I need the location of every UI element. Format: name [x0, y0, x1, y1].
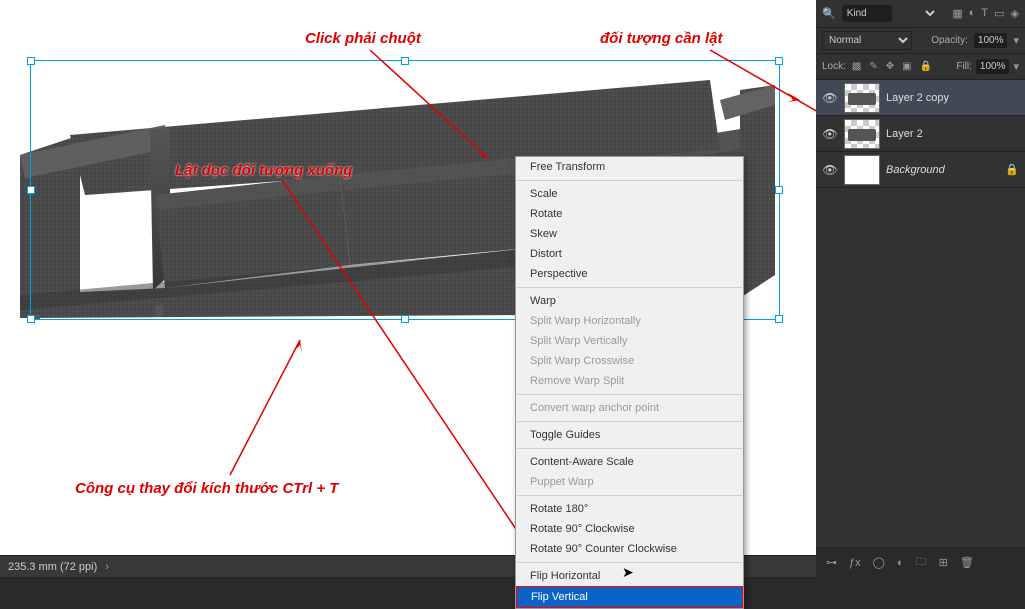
annotation-text: Công cụ thay đổi kích thước CTrl + T — [75, 480, 338, 497]
transform-handle[interactable] — [775, 57, 783, 65]
filter-type-icon[interactable]: T — [981, 7, 988, 20]
opacity-label: Opacity: — [931, 35, 968, 46]
menu-rotate-180[interactable]: Rotate 180° — [516, 499, 743, 519]
group-icon[interactable]: 🗀 — [916, 553, 927, 572]
layer-filter-row: 🔍 ▦ ◐ T ▭ ◈ — [816, 0, 1025, 28]
layer-name[interactable]: Background — [886, 164, 945, 176]
document-info: 235.3 mm (72 ppi) — [8, 561, 97, 573]
layer-style-icon[interactable]: ƒx — [849, 557, 861, 569]
transform-handle[interactable] — [775, 186, 783, 194]
lock-pixels-icon[interactable]: ✎ — [869, 61, 877, 72]
layer-name[interactable]: Layer 2 copy — [886, 92, 949, 104]
layer-filter-search[interactable] — [842, 5, 892, 22]
menu-content-aware-scale[interactable]: Content-Aware Scale — [516, 452, 743, 472]
transform-handle[interactable] — [401, 315, 409, 323]
filter-pixel-icon[interactable]: ▦ — [952, 7, 962, 20]
layer-mask-icon[interactable]: ◯ — [873, 556, 885, 569]
lock-icon[interactable]: 🔒 — [1005, 163, 1019, 176]
transform-handle[interactable] — [27, 186, 35, 194]
link-layers-icon[interactable]: ⊶ — [826, 556, 837, 569]
opacity-value[interactable]: 100% — [974, 33, 1008, 48]
menu-warp[interactable]: Warp — [516, 291, 743, 311]
annotation-text: Click phải chuột — [305, 30, 421, 47]
blend-mode-row: Normal Opacity: 100% ▾ — [816, 28, 1025, 54]
transform-handle[interactable] — [27, 315, 35, 323]
new-layer-icon[interactable]: ⊞ — [939, 556, 948, 569]
menu-split-warp-v: Split Warp Vertically — [516, 331, 743, 351]
menu-rotate[interactable]: Rotate — [516, 204, 743, 224]
transform-handle[interactable] — [27, 57, 35, 65]
layer-filter-kind[interactable] — [898, 7, 938, 20]
menu-free-transform[interactable]: Free Transform — [516, 157, 743, 177]
menu-distort[interactable]: Distort — [516, 244, 743, 264]
delete-layer-icon[interactable]: 🗑 — [960, 556, 974, 569]
menu-perspective[interactable]: Perspective — [516, 264, 743, 284]
filter-adjust-icon[interactable]: ◐ — [969, 7, 976, 20]
layer-name[interactable]: Layer 2 — [886, 128, 923, 140]
fill-label: Fill: — [956, 61, 972, 72]
layer-row[interactable]: 👁 Background 🔒 — [816, 152, 1025, 188]
layer-row[interactable]: 👁 Layer 2 — [816, 116, 1025, 152]
layer-thumbnail[interactable] — [844, 119, 880, 149]
lock-artboard-icon[interactable]: ▣ — [902, 61, 911, 72]
lock-all-icon[interactable]: 🔒 — [920, 61, 932, 72]
transform-context-menu: Free Transform Scale Rotate Skew Distort… — [515, 156, 744, 609]
layer-thumbnail[interactable] — [844, 83, 880, 113]
visibility-toggle-icon[interactable]: 👁 — [822, 163, 838, 177]
visibility-toggle-icon[interactable]: 👁 — [822, 91, 838, 105]
layer-row[interactable]: 👁 Layer 2 copy — [816, 80, 1025, 116]
fill-value[interactable]: 100% — [976, 59, 1010, 74]
mouse-cursor-icon: ➤ — [622, 564, 634, 581]
layers-panel-footer: ⊶ ƒx ◯ ◐ 🗀 ⊞ 🗑 — [816, 547, 1025, 577]
transform-handle[interactable] — [401, 57, 409, 65]
filter-shape-icon[interactable]: ▭ — [994, 7, 1004, 20]
chevron-down-icon[interactable]: ▾ — [1013, 34, 1019, 47]
menu-rotate-90-ccw[interactable]: Rotate 90° Counter Clockwise — [516, 539, 743, 559]
annotation-text: Lật dọc đối tượng xuống — [175, 162, 352, 179]
visibility-toggle-icon[interactable]: 👁 — [822, 127, 838, 141]
layers-panel: 🔍 ▦ ◐ T ▭ ◈ Normal Opacity: 100% ▾ Lock:… — [816, 0, 1025, 577]
menu-split-warp-h: Split Warp Horizontally — [516, 311, 743, 331]
chevron-right-icon[interactable]: › — [105, 561, 109, 573]
menu-split-warp-c: Split Warp Crosswise — [516, 351, 743, 371]
menu-rotate-90-cw[interactable]: Rotate 90° Clockwise — [516, 519, 743, 539]
menu-toggle-guides[interactable]: Toggle Guides — [516, 425, 743, 445]
annotation-text: đối tượng cần lật — [600, 30, 722, 47]
menu-skew[interactable]: Skew — [516, 224, 743, 244]
lock-transparency-icon[interactable]: ▩ — [852, 61, 861, 72]
menu-remove-warp-split: Remove Warp Split — [516, 371, 743, 391]
lock-label: Lock: — [822, 61, 846, 72]
layer-thumbnail[interactable] — [844, 155, 880, 185]
lock-position-icon[interactable]: ✥ — [886, 61, 894, 72]
filter-smart-icon[interactable]: ◈ — [1011, 7, 1019, 20]
adjustment-layer-icon[interactable]: ◐ — [897, 557, 904, 569]
menu-flip-vertical[interactable]: Flip Vertical — [516, 586, 743, 608]
menu-puppet-warp: Puppet Warp — [516, 472, 743, 492]
menu-convert-anchor: Convert warp anchor point — [516, 398, 743, 418]
transform-handle[interactable] — [775, 315, 783, 323]
blend-mode-select[interactable]: Normal — [822, 31, 912, 50]
lock-row: Lock: ▩ ✎ ✥ ▣ 🔒 Fill: 100% ▾ — [816, 54, 1025, 80]
menu-scale[interactable]: Scale — [516, 184, 743, 204]
chevron-down-icon[interactable]: ▾ — [1013, 60, 1019, 73]
